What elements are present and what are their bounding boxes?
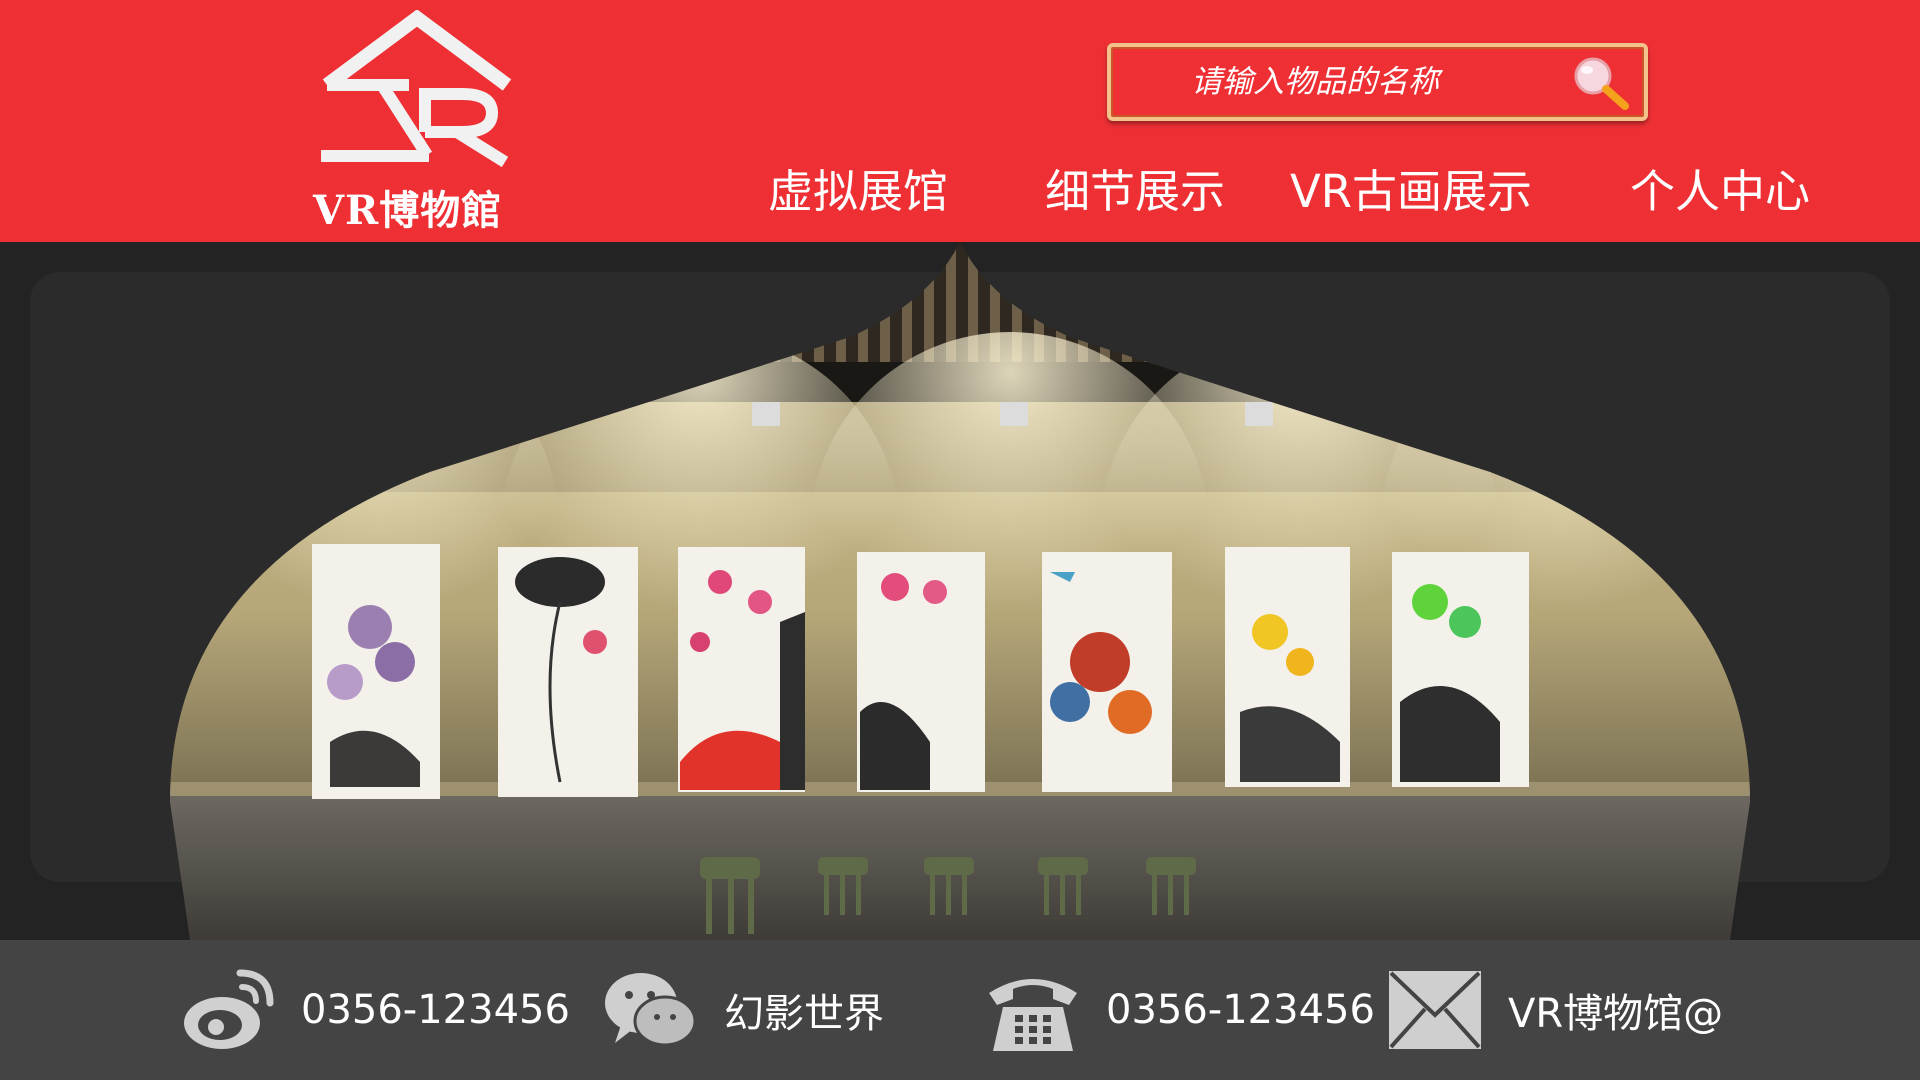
contact-wechat[interactable]: 幻影世界 [603,940,884,1080]
contact-mail[interactable]: VR博物馆@ [1387,940,1723,1080]
telephone-icon [989,979,1077,1051]
painting-4 [857,552,985,792]
mail-icon [1389,971,1481,1049]
footer: 0356-123456 幻影世界 0356-123456 VR博物馆@ [0,940,1920,1080]
header: VR博物館 虚拟展馆 细节展示 VR古画展示 个人中心 [0,0,1920,242]
hero-gallery-banner[interactable] [0,242,1920,940]
nav-detail-display[interactable]: 细节展示 [1045,155,1225,220]
wechat-icon [605,973,697,1047]
search-input[interactable] [1191,61,1531,103]
main-nav: 虚拟展馆 细节展示 VR古画展示 个人中心 [0,155,1920,218]
search-box [1107,43,1648,121]
wechat-text: 幻影世界 [724,991,884,1037]
house-logo-icon [321,10,512,168]
mail-text: VR博物馆@ [1508,991,1724,1037]
weibo-text: 0356-123456 [301,987,570,1033]
weibo-icon [184,969,274,1049]
painting-3 [678,547,805,792]
magnifier-icon[interactable] [1565,52,1635,112]
painting-6 [1225,547,1350,787]
painting-5 [1042,552,1172,792]
painting-7 [1392,552,1529,787]
painting-1 [312,544,440,799]
nav-virtual-hall[interactable]: 虚拟展馆 [768,155,948,220]
nav-personal-center[interactable]: 个人中心 [1630,155,1810,220]
phone-text: 0356-123456 [1106,987,1375,1033]
contact-phone[interactable]: 0356-123456 [985,940,1375,1080]
painting-2 [498,547,638,797]
nav-vr-painting-display[interactable]: VR古画展示 [1290,155,1532,220]
gallery-scene [0,242,1920,940]
contact-weibo[interactable]: 0356-123456 [180,940,570,1080]
